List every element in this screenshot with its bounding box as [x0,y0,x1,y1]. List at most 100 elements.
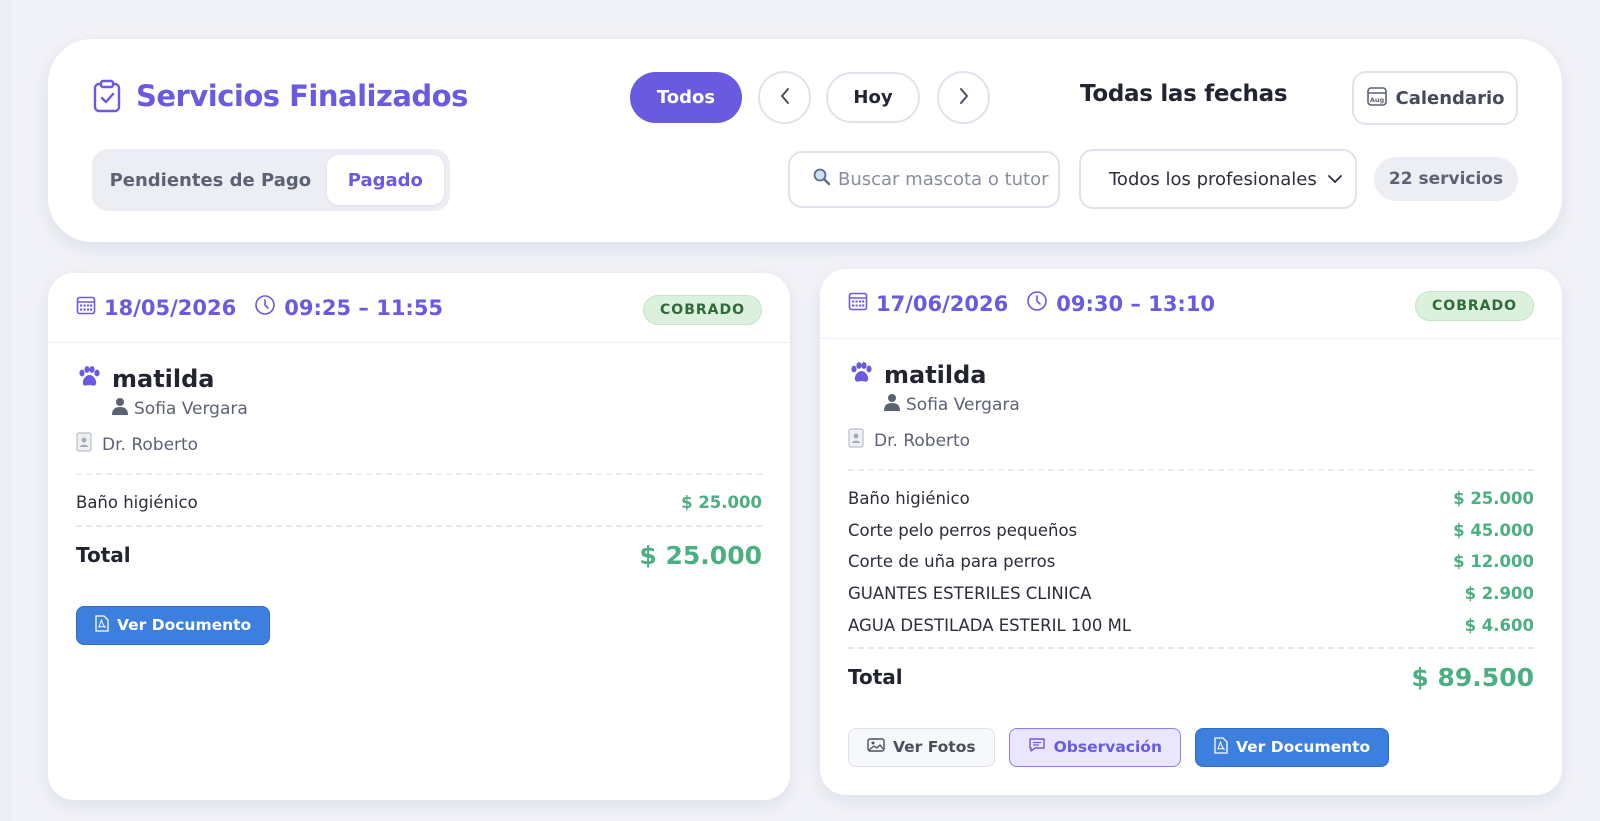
service-card: 18/05/2026 09:25 – 11:55 COBRADO matilda… [48,273,790,800]
divider [76,524,762,527]
services-count-badge: 22 servicios [1374,157,1518,201]
total-row: Total $ 89.500 [848,663,1534,692]
item-price: $ 12.000 [1453,552,1534,572]
doctor-row: Dr. Roberto [76,432,762,457]
observation-button[interactable]: Observación [1008,727,1181,767]
item-price: $ 25.000 [681,493,762,513]
id-badge-icon [848,428,864,453]
pet-row: matilda [76,365,762,393]
item-price: $ 45.000 [1453,520,1534,540]
search-input[interactable]: Buscar mascota o tutor [788,151,1060,208]
paw-icon [848,361,874,389]
pdf-file-icon [1214,737,1228,758]
id-badge-icon [76,432,92,457]
total-row: Total $ 25.000 [76,541,762,570]
view-photos-button[interactable]: Ver Fotos [848,727,995,767]
today-button[interactable]: Hoy [826,72,920,123]
list-item: GUANTES ESTERILES CLINICA $ 2.900 [848,578,1534,610]
doctor-row: Dr. Roberto [848,428,1534,453]
professional-select-value: Todos los profesionales [1109,168,1317,190]
chevron-left-icon [778,86,792,110]
chevron-right-icon [957,86,971,110]
item-name: GUANTES ESTERILES CLINICA [848,584,1092,604]
doctor-name: Dr. Roberto [874,430,971,451]
card-header: 17/06/2026 09:30 – 13:10 COBRADO [820,269,1562,339]
card-date-text: 17/06/2026 [876,291,1009,316]
view-document-label: Ver Documento [117,616,252,635]
card-time: 09:25 – 11:55 [254,294,443,321]
total-label: Total [76,543,131,568]
service-card: 17/06/2026 09:30 – 13:10 COBRADO matilda… [820,269,1562,795]
item-price: $ 4.600 [1464,615,1534,635]
item-price: $ 25.000 [1453,489,1534,509]
item-name: Baño higiénico [848,489,970,509]
divider [848,469,1534,471]
service-items: Baño higiénico $ 25.000 [76,487,762,519]
item-price: $ 2.900 [1464,584,1534,604]
owner-row: Sofia Vergara [884,393,1534,416]
tab-pendientes[interactable]: Pendientes de Pago [98,155,323,205]
card-actions: Ver Documento [76,605,762,645]
card-time: 09:30 – 13:10 [1026,290,1215,317]
status-badge: COBRADO [1415,291,1534,321]
card-date: 18/05/2026 [76,295,236,320]
card-date: 17/06/2026 [848,291,1008,316]
payment-tabs: Pendientes de Pago Pagado [92,149,450,211]
title-row: Servicios Finalizados [92,79,468,113]
card-actions: Ver Fotos Observación Ver Documento [848,727,1534,767]
search-placeholder: Buscar mascota o tutor [838,169,1049,190]
card-date-text: 18/05/2026 [104,295,237,320]
paw-icon [76,365,102,393]
item-name: Baño higiénico [76,493,198,513]
pet-name: matilda [112,365,215,393]
header-panel: Servicios Finalizados Todos Hoy Todas la… [48,39,1562,242]
card-header: 18/05/2026 09:25 – 11:55 COBRADO [48,273,790,343]
professional-select[interactable]: Todos los profesionales [1079,149,1357,209]
item-name: Corte de uña para perros [848,552,1056,572]
calendar-icon [848,291,868,316]
item-name: Corte pelo perros pequeños [848,520,1078,540]
pet-name: matilda [884,361,987,389]
card-body: matilda Sofia Vergara Dr. Roberto Baño h… [48,343,790,645]
next-date-button[interactable] [937,71,990,124]
service-items: Baño higiénico $ 25.000 Corte pelo perro… [848,483,1534,641]
list-item: Corte pelo perros pequeños $ 45.000 [848,515,1534,547]
tab-pagado[interactable]: Pagado [326,155,444,205]
page-title: Servicios Finalizados [136,79,468,113]
total-value: $ 89.500 [1411,662,1534,692]
calendar-icon [76,295,96,320]
todos-button[interactable]: Todos [630,72,742,123]
view-document-label: Ver Documento [1236,738,1371,757]
view-document-button[interactable]: Ver Documento [76,605,271,645]
item-name: AGUA DESTILADA ESTERIL 100 ML [848,615,1132,635]
message-icon [1028,737,1046,757]
card-time-text: 09:25 – 11:55 [284,295,444,320]
clock-icon [254,294,276,321]
status-badge: COBRADO [643,295,762,325]
user-icon [112,397,128,420]
pet-row: matilda [848,361,1534,389]
owner-row: Sofia Vergara [112,397,762,420]
list-item: Baño higiénico $ 25.000 [76,487,762,519]
observation-label: Observación [1053,738,1162,757]
owner-name: Sofia Vergara [906,394,1020,415]
divider [76,473,762,475]
search-icon [812,167,832,192]
view-document-button[interactable]: Ver Documento [1195,727,1390,767]
list-item: AGUA DESTILADA ESTERIL 100 ML $ 4.600 [848,609,1534,641]
list-item: Baño higiénico $ 25.000 [848,483,1534,515]
user-icon [884,393,900,416]
clock-icon [1026,290,1048,317]
prev-date-button[interactable] [758,71,811,124]
list-item: Corte de uña para perros $ 12.000 [848,546,1534,578]
calendar-button[interactable]: Aug Calendario [1352,71,1518,125]
clipboard-check-icon [92,79,122,113]
divider [848,646,1534,649]
calendar-icon: Aug [1366,85,1388,112]
card-time-text: 09:30 – 13:10 [1056,291,1216,316]
owner-name: Sofia Vergara [134,398,248,419]
total-value: $ 25.000 [639,540,762,570]
doctor-name: Dr. Roberto [102,434,199,455]
card-body: matilda Sofia Vergara Dr. Roberto Baño h… [820,339,1562,767]
pdf-file-icon [95,614,109,636]
